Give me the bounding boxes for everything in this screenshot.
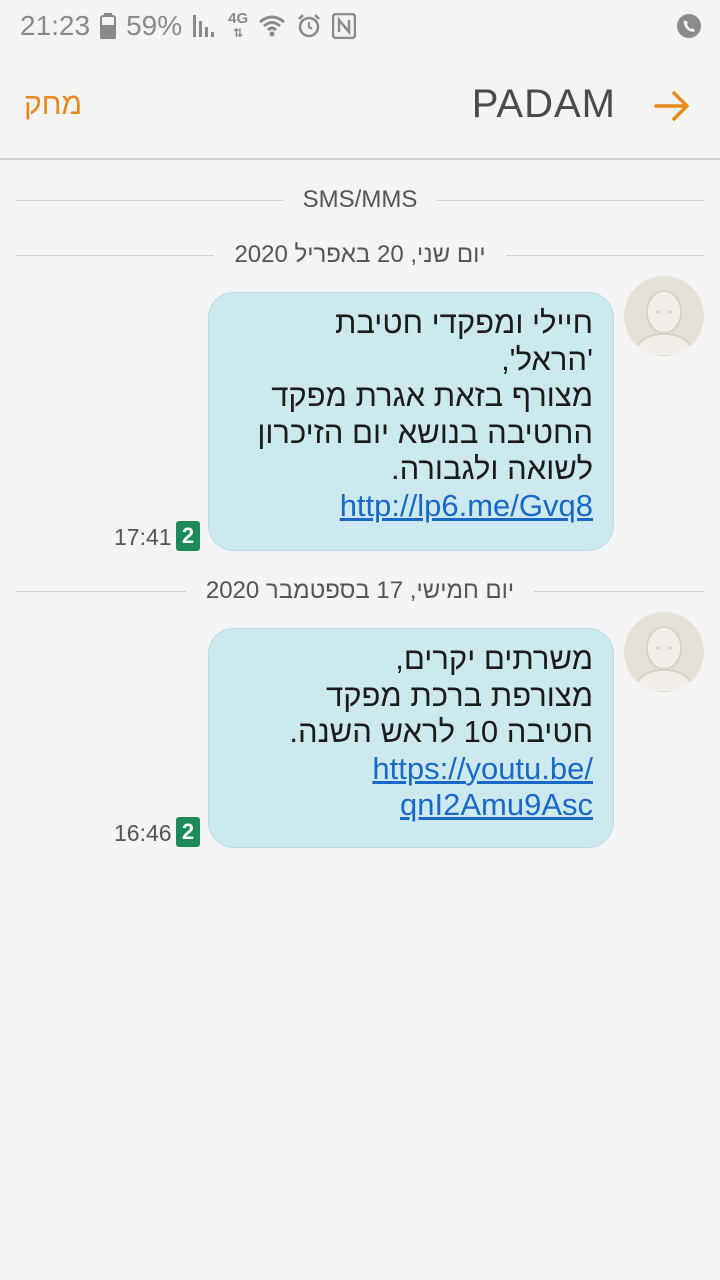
conversation-header: מחק PADAM	[0, 52, 720, 160]
battery-icon	[100, 13, 117, 39]
contact-avatar[interactable]	[624, 612, 704, 692]
divider	[505, 254, 705, 256]
message-time: 17:41	[114, 524, 172, 550]
message-text-line: מצורף בזאת אגרת מפקד	[271, 378, 593, 413]
call-icon	[676, 13, 702, 39]
alarm-icon	[296, 13, 322, 39]
person-icon	[624, 612, 704, 692]
battery-percent: 59%	[126, 10, 183, 41]
contact-title: PADAM	[471, 82, 616, 126]
message-bubble[interactable]: משרתים יקרים, מצורפת ברכת מפקד חטיבה 10 …	[208, 628, 614, 848]
date-separator: יום שני, 20 באפריל 2020	[16, 235, 705, 275]
message-text-line: החטיבה בנושא יום הזיכרון	[257, 414, 593, 450]
message-time: 16:46	[114, 820, 172, 846]
message-text-line: חטיבה 10 לראש השנה.	[289, 714, 593, 749]
date-separator: יום חמישי, 17 בספטמבר 2020	[16, 571, 705, 611]
divider	[16, 254, 215, 256]
message-link[interactable]: https://youtu.be/	[231, 751, 593, 788]
status-time: 21:23	[20, 10, 91, 41]
network-label: 4G	[228, 10, 249, 27]
divider	[534, 590, 705, 592]
sim-badge: 2	[176, 521, 200, 551]
thread-type-label: SMS/MMS	[302, 186, 418, 213]
message-text-line: חיילי ומפקדי חטיבת	[334, 305, 593, 340]
contact-avatar[interactable]	[624, 276, 704, 356]
message-link[interactable]: http://lp6.me/Gvq8	[231, 488, 593, 525]
message-link[interactable]: qnI2Amu9Asc	[231, 787, 593, 824]
person-icon	[624, 276, 704, 356]
network-type-icon: 4G ⇅	[228, 10, 249, 40]
message-bubble[interactable]: חיילי ומפקדי חטיבת 'הראל', מצורף בזאת אג…	[208, 292, 614, 551]
wifi-icon	[258, 14, 286, 38]
divider	[16, 199, 283, 201]
date-label: יום חמישי, 17 בספטמבר 2020	[205, 577, 515, 604]
message-text-line: משרתים יקרים,	[395, 641, 593, 676]
divider	[437, 199, 705, 201]
sim-badge: 2	[176, 817, 200, 847]
status-bar: 21:23 59% 4G ⇅	[0, 0, 720, 52]
nfc-icon	[332, 13, 357, 39]
divider	[16, 590, 186, 592]
message-text-line: 'הראל',	[501, 341, 593, 377]
message-text-line: לשואה ולגבורה.	[391, 451, 593, 486]
arrow-right-icon[interactable]	[652, 86, 692, 126]
date-label: יום שני, 20 באפריל 2020	[234, 241, 486, 268]
delete-button[interactable]: מחק	[24, 88, 82, 122]
thread-type-separator: SMS/MMS	[16, 180, 705, 220]
signal-icon	[192, 13, 218, 39]
message-text-line: מצורפת ברכת מפקד	[326, 677, 593, 713]
